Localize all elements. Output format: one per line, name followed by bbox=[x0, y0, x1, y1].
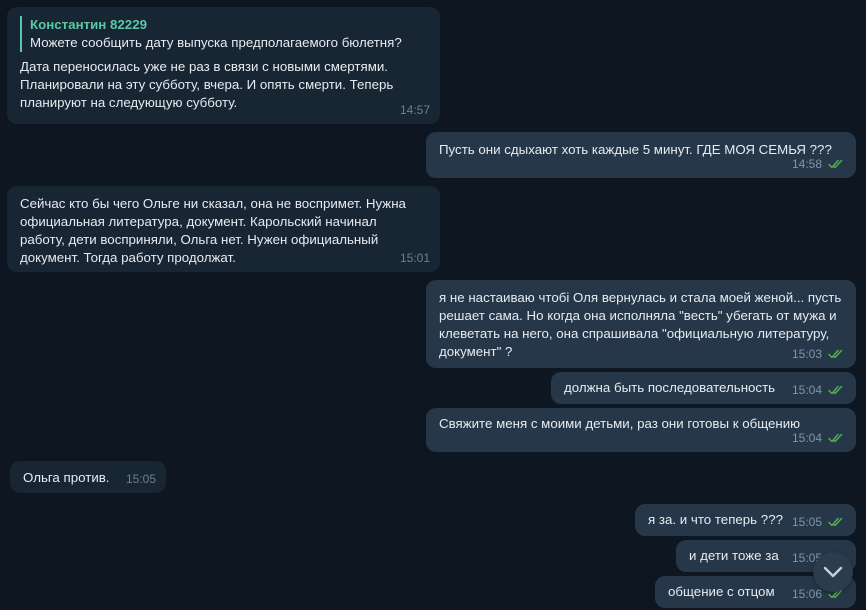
message-time: 15:05 bbox=[125, 472, 156, 486]
message-outgoing[interactable]: должна быть последовательность 15:04 bbox=[551, 372, 856, 404]
message-time: 15:06 bbox=[791, 587, 822, 601]
message-time: 15:04 bbox=[791, 431, 822, 445]
double-check-icon bbox=[828, 349, 843, 359]
reply-author: Константин 82229 bbox=[30, 17, 147, 32]
double-check-icon bbox=[828, 385, 843, 395]
message-time: 15:03 bbox=[791, 347, 822, 361]
message-time: 15:04 bbox=[791, 383, 822, 397]
message-incoming[interactable]: Константин 82229 Можете сообщить дату вы… bbox=[7, 7, 440, 124]
message-outgoing[interactable]: Пусть они сдыхают хоть каждые 5 минут. Г… bbox=[426, 132, 856, 178]
message-outgoing[interactable]: я за. и что теперь ??? 15:05 bbox=[635, 504, 856, 536]
reply-quote[interactable]: Константин 82229 Можете сообщить дату вы… bbox=[20, 16, 440, 52]
double-check-icon bbox=[828, 433, 843, 443]
chevron-down-icon bbox=[823, 566, 843, 578]
message-time: 15:01 bbox=[399, 251, 430, 265]
message-time: 15:05 bbox=[791, 515, 822, 529]
reply-text: Можете сообщить дату выпуска предполагае… bbox=[30, 35, 402, 50]
message-incoming[interactable]: Ольга против. 15:05 bbox=[10, 461, 166, 493]
chat-area[interactable]: Константин 82229 Можете сообщить дату вы… bbox=[0, 0, 866, 610]
message-time: 14:58 bbox=[791, 157, 822, 171]
message-outgoing[interactable]: я не настаиваю чтобі Оля вернулась и ста… bbox=[426, 280, 856, 368]
double-check-icon bbox=[828, 517, 843, 527]
message-outgoing[interactable]: Свяжите меня с моими детьми, раз они гот… bbox=[426, 408, 856, 452]
scrollbar[interactable] bbox=[860, 0, 866, 610]
double-check-icon bbox=[828, 159, 843, 169]
message-incoming[interactable]: Сейчас кто бы чего Ольге ни сказал, она … bbox=[7, 186, 440, 272]
message-text: Дата переносилась уже не раз в связи с н… bbox=[20, 59, 394, 110]
message-text: Сейчас кто бы чего Ольге ни сказал, она … bbox=[20, 196, 406, 265]
message-time: 14:57 bbox=[399, 103, 430, 117]
scroll-to-bottom-button[interactable] bbox=[813, 552, 853, 592]
